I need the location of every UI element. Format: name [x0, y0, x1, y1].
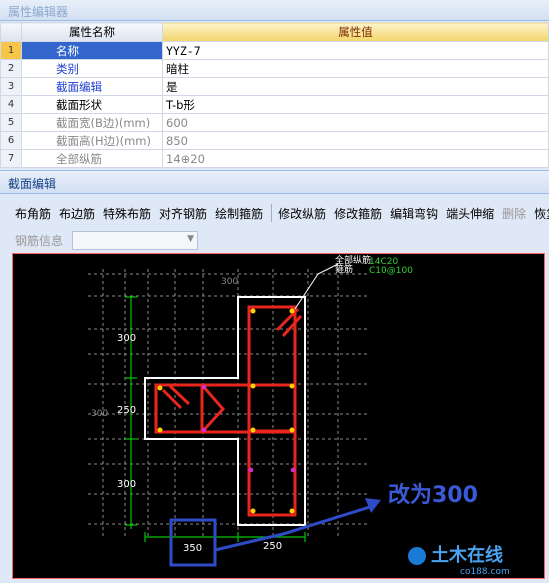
- property-name: 截面编辑: [21, 77, 163, 96]
- grid-row-section-edit[interactable]: 3 截面编辑 是: [0, 77, 549, 96]
- property-name: 截面宽(B边)(mm): [21, 113, 163, 132]
- section-canvas[interactable]: 300 300 300 250 300 350 250 全部纵筋 箍筋 14C2…: [12, 253, 545, 579]
- callout-value2: C10@100: [369, 266, 413, 276]
- grid-header-value: 属性值: [162, 22, 549, 42]
- row-number: 7: [0, 149, 22, 168]
- property-value[interactable]: T-b形: [162, 95, 549, 114]
- rebar-info-select[interactable]: ▼: [72, 230, 199, 250]
- grid-row-category[interactable]: 2 类别 暗柱: [0, 59, 549, 78]
- grid-row-section-shape[interactable]: 4 截面形状 T-b形: [0, 95, 549, 114]
- dim-label-mid: 250: [117, 405, 136, 416]
- grid-row-section-height[interactable]: 6 截面高(H边)(mm) 850: [0, 131, 549, 150]
- rebar-bars: [157, 308, 295, 514]
- property-value: 14⊕20: [162, 149, 549, 168]
- property-grid: 属性名称 属性值 1 名称 YYZ-7 2 类别 暗柱 3 截面编辑 是 4 截…: [0, 22, 549, 168]
- dim-label-bottom: 300: [117, 479, 136, 490]
- property-name: 全部纵筋: [21, 149, 163, 168]
- column-outline: [144, 296, 306, 526]
- align-rebar-button[interactable]: 对齐钢筋: [156, 205, 210, 222]
- special-rebar-button[interactable]: 特殊布筋: [100, 205, 154, 222]
- grid-header-row: 属性名称 属性值: [0, 22, 549, 42]
- callout-leader: [294, 263, 339, 310]
- section-edit-header: 截面编辑: [0, 170, 549, 194]
- watermark-en: co188.com: [460, 567, 510, 577]
- edit-long-rebar-button[interactable]: 修改纵筋: [275, 205, 329, 222]
- property-name: 截面高(H边)(mm): [21, 131, 163, 150]
- row-number: 6: [0, 131, 22, 150]
- property-name: 名称: [21, 41, 163, 60]
- section-drawing: 300 300 300 250 300 350 250 全部纵筋 箍筋 14C2…: [88, 254, 510, 577]
- property-value: 850: [162, 131, 549, 150]
- corner-rebar-button[interactable]: 布角筋: [12, 205, 54, 222]
- property-name: 截面形状: [21, 95, 163, 114]
- dim-label-bottom-right: 250: [263, 541, 282, 552]
- property-name: 类别: [21, 59, 163, 78]
- annotation-text: 改为300: [388, 482, 478, 508]
- property-editor-title: 属性编辑器: [8, 5, 69, 19]
- section-toolbar: 布角筋 布边筋 特殊布筋 对齐钢筋 绘制箍筋 修改纵筋 修改箍筋 编辑弯钩 端头…: [12, 201, 549, 225]
- row-number: 3: [0, 77, 22, 96]
- grid-label-left: 300: [91, 409, 108, 419]
- rebar-stirrups: [154, 305, 303, 517]
- property-value[interactable]: YYZ-7: [162, 41, 549, 60]
- annotation-arrowhead: [365, 498, 381, 513]
- property-value: 600: [162, 113, 549, 132]
- grid-row-name[interactable]: 1 名称 YYZ-7: [0, 41, 549, 60]
- end-extend-button[interactable]: 端头伸缩: [443, 205, 497, 222]
- toolbar-separator: [271, 204, 273, 222]
- callout-line2: 箍筋: [335, 263, 353, 275]
- row-number: 5: [0, 113, 22, 132]
- rebar-info-label: 钢筋信息: [15, 233, 64, 248]
- watermark-logo-icon: [408, 547, 426, 565]
- grid-row-section-width[interactable]: 5 截面宽(B边)(mm) 600: [0, 113, 549, 132]
- dim-label-bottom-left: 350: [183, 543, 202, 554]
- row-number: 4: [0, 95, 22, 114]
- grid-label-top: 300: [221, 277, 238, 287]
- chevron-down-icon: ▼: [187, 233, 195, 244]
- draw-stirrup-button[interactable]: 绘制箍筋: [212, 205, 266, 222]
- grid-header-corner: [0, 22, 22, 42]
- edge-rebar-button[interactable]: 布边筋: [56, 205, 98, 222]
- property-editor-titlebar: 属性编辑器: [0, 0, 549, 21]
- edit-stirrup-button[interactable]: 修改箍筋: [331, 205, 385, 222]
- property-value[interactable]: 是: [162, 77, 549, 96]
- delete-button[interactable]: 删除: [499, 205, 529, 222]
- grid-header-name: 属性名称: [21, 22, 163, 42]
- property-value[interactable]: 暗柱: [162, 59, 549, 78]
- rebar-info-row: 钢筋信息 ▼: [12, 229, 199, 251]
- restore-button[interactable]: 恢复: [531, 205, 549, 222]
- row-number: 2: [0, 59, 22, 78]
- section-edit-title: 截面编辑: [8, 177, 57, 191]
- row-number: 1: [0, 41, 22, 60]
- edit-hook-button[interactable]: 编辑弯钩: [387, 205, 441, 222]
- watermark-cn: 土木在线: [431, 544, 503, 566]
- grid-lines: [88, 269, 368, 539]
- dim-label-top: 300: [117, 333, 136, 344]
- grid-row-all-rebar[interactable]: 7 全部纵筋 14⊕20: [0, 149, 549, 168]
